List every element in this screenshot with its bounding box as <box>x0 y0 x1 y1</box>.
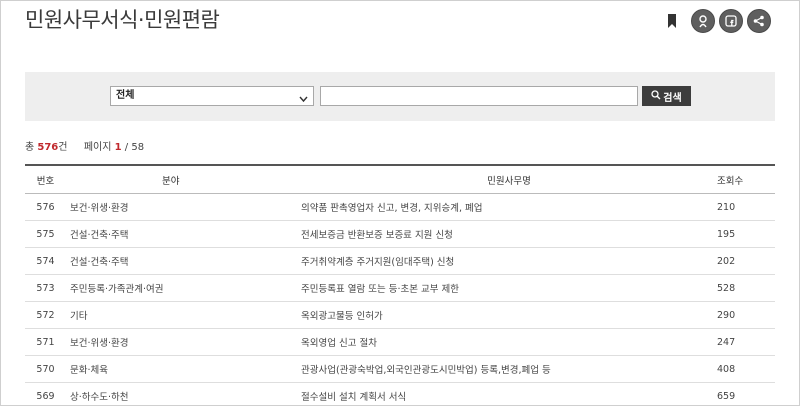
total-pages: / 58 <box>124 142 145 153</box>
search-panel: 전체 검색 <box>25 72 775 121</box>
row-views: 195 <box>717 228 736 240</box>
row-views: 528 <box>717 282 736 294</box>
row-category: 기타 <box>70 311 88 322</box>
row-name-link[interactable]: 옥외광고물등 인허가 <box>301 302 717 329</box>
row-num: 569 <box>36 390 55 402</box>
row-category: 건설·건축·주택 <box>70 257 129 268</box>
row-num: 574 <box>36 255 55 267</box>
kakao-story-icon[interactable] <box>691 9 715 33</box>
row-num: 572 <box>36 309 55 321</box>
header-category: 분야 <box>162 175 180 187</box>
facebook-icon[interactable] <box>719 9 743 33</box>
category-select[interactable]: 전체 <box>110 86 314 106</box>
row-num: 571 <box>36 336 55 348</box>
table-row[interactable]: 575 건설·건축·주택 전세보증금 반환보증 보증료 지원 신청 195 <box>25 221 775 248</box>
table-header-row: 번호 분야 민원사무명 조회수 <box>25 165 775 194</box>
table-row[interactable]: 570 문화·체육 관광사업(관광숙박업,외국인관광도시민박업) 등록,변경,폐… <box>25 356 775 383</box>
row-views: 202 <box>717 255 736 267</box>
civil-affairs-table: 번호 분야 민원사무명 조회수 576 보건·위생·환경 의약품 판촉영업자 신… <box>25 164 775 406</box>
search-icon <box>651 89 661 103</box>
row-category: 건설·건축·주택 <box>70 230 129 241</box>
row-name-link[interactable]: 절수설비 설치 계획서 서식 <box>301 383 717 406</box>
row-name-link[interactable]: 주거취약계층 주거지원(임대주택) 신청 <box>301 248 717 275</box>
table-row[interactable]: 574 건설·건축·주택 주거취약계층 주거지원(임대주택) 신청 202 <box>25 248 775 275</box>
row-name-link[interactable]: 전세보증금 반환보증 보증료 지원 신청 <box>301 221 717 248</box>
table-row[interactable]: 576 보건·위생·환경 의약품 판촉영업자 신고, 변경, 지위승계, 폐업 … <box>25 194 775 221</box>
total-count: 576 <box>37 142 59 153</box>
search-button[interactable]: 검색 <box>642 86 691 106</box>
row-views: 659 <box>717 390 736 402</box>
row-name-link[interactable]: 의약품 판촉영업자 신고, 변경, 지위승계, 폐업 <box>301 194 717 221</box>
share-icon[interactable] <box>747 9 771 33</box>
header-num: 번호 <box>36 175 55 187</box>
result-summary: 총 576건 페이지 1 / 58 <box>25 142 144 154</box>
row-category: 보건·위생·환경 <box>70 203 129 214</box>
chevron-down-icon <box>299 92 308 110</box>
total-prefix: 총 <box>25 142 35 153</box>
table-row[interactable]: 569 상·하수도·하천 절수설비 설치 계획서 서식 659 <box>25 383 775 406</box>
row-category: 상·하수도·하천 <box>70 392 129 403</box>
top-actions <box>663 9 771 33</box>
category-select-value: 전체 <box>116 90 135 101</box>
current-page: 1 <box>114 142 122 153</box>
header-name: 민원사무명 <box>487 175 531 187</box>
table-row[interactable]: 571 보건·위생·환경 옥외영업 신고 절차 247 <box>25 329 775 356</box>
row-category: 보건·위생·환경 <box>70 338 129 349</box>
bookmark-icon[interactable] <box>663 11 681 31</box>
search-input[interactable] <box>320 86 638 106</box>
header-views: 조회수 <box>717 175 744 187</box>
row-category: 주민등록·가족관계·여권 <box>70 284 164 295</box>
row-category: 문화·체육 <box>70 365 108 376</box>
row-num: 570 <box>36 363 55 375</box>
row-num: 573 <box>36 282 55 294</box>
page-frame: 민원사무서식·민원편람 전체 검색 총 576건 페이지 1 / 58 번호 분… <box>0 0 800 406</box>
row-num: 576 <box>36 201 55 213</box>
row-name-link[interactable]: 관광사업(관광숙박업,외국인관광도시민박업) 등록,변경,폐업 등 <box>301 356 717 383</box>
row-views: 210 <box>717 201 736 213</box>
search-button-label: 검색 <box>663 92 682 104</box>
row-num: 575 <box>36 228 55 240</box>
row-views: 290 <box>717 309 736 321</box>
row-views: 408 <box>717 363 736 375</box>
row-name-link[interactable]: 주민등록표 열람 또는 등·초본 교부 제한 <box>301 275 717 302</box>
row-name-link[interactable]: 옥외영업 신고 절차 <box>301 329 717 356</box>
total-suffix: 건 <box>58 142 68 153</box>
page-label: 페이지 <box>83 142 112 153</box>
table-row[interactable]: 572 기타 옥외광고물등 인허가 290 <box>25 302 775 329</box>
page-title: 민원사무서식·민원편람 <box>25 8 220 32</box>
table-row[interactable]: 573 주민등록·가족관계·여권 주민등록표 열람 또는 등·초본 교부 제한 … <box>25 275 775 302</box>
row-views: 247 <box>717 336 736 348</box>
